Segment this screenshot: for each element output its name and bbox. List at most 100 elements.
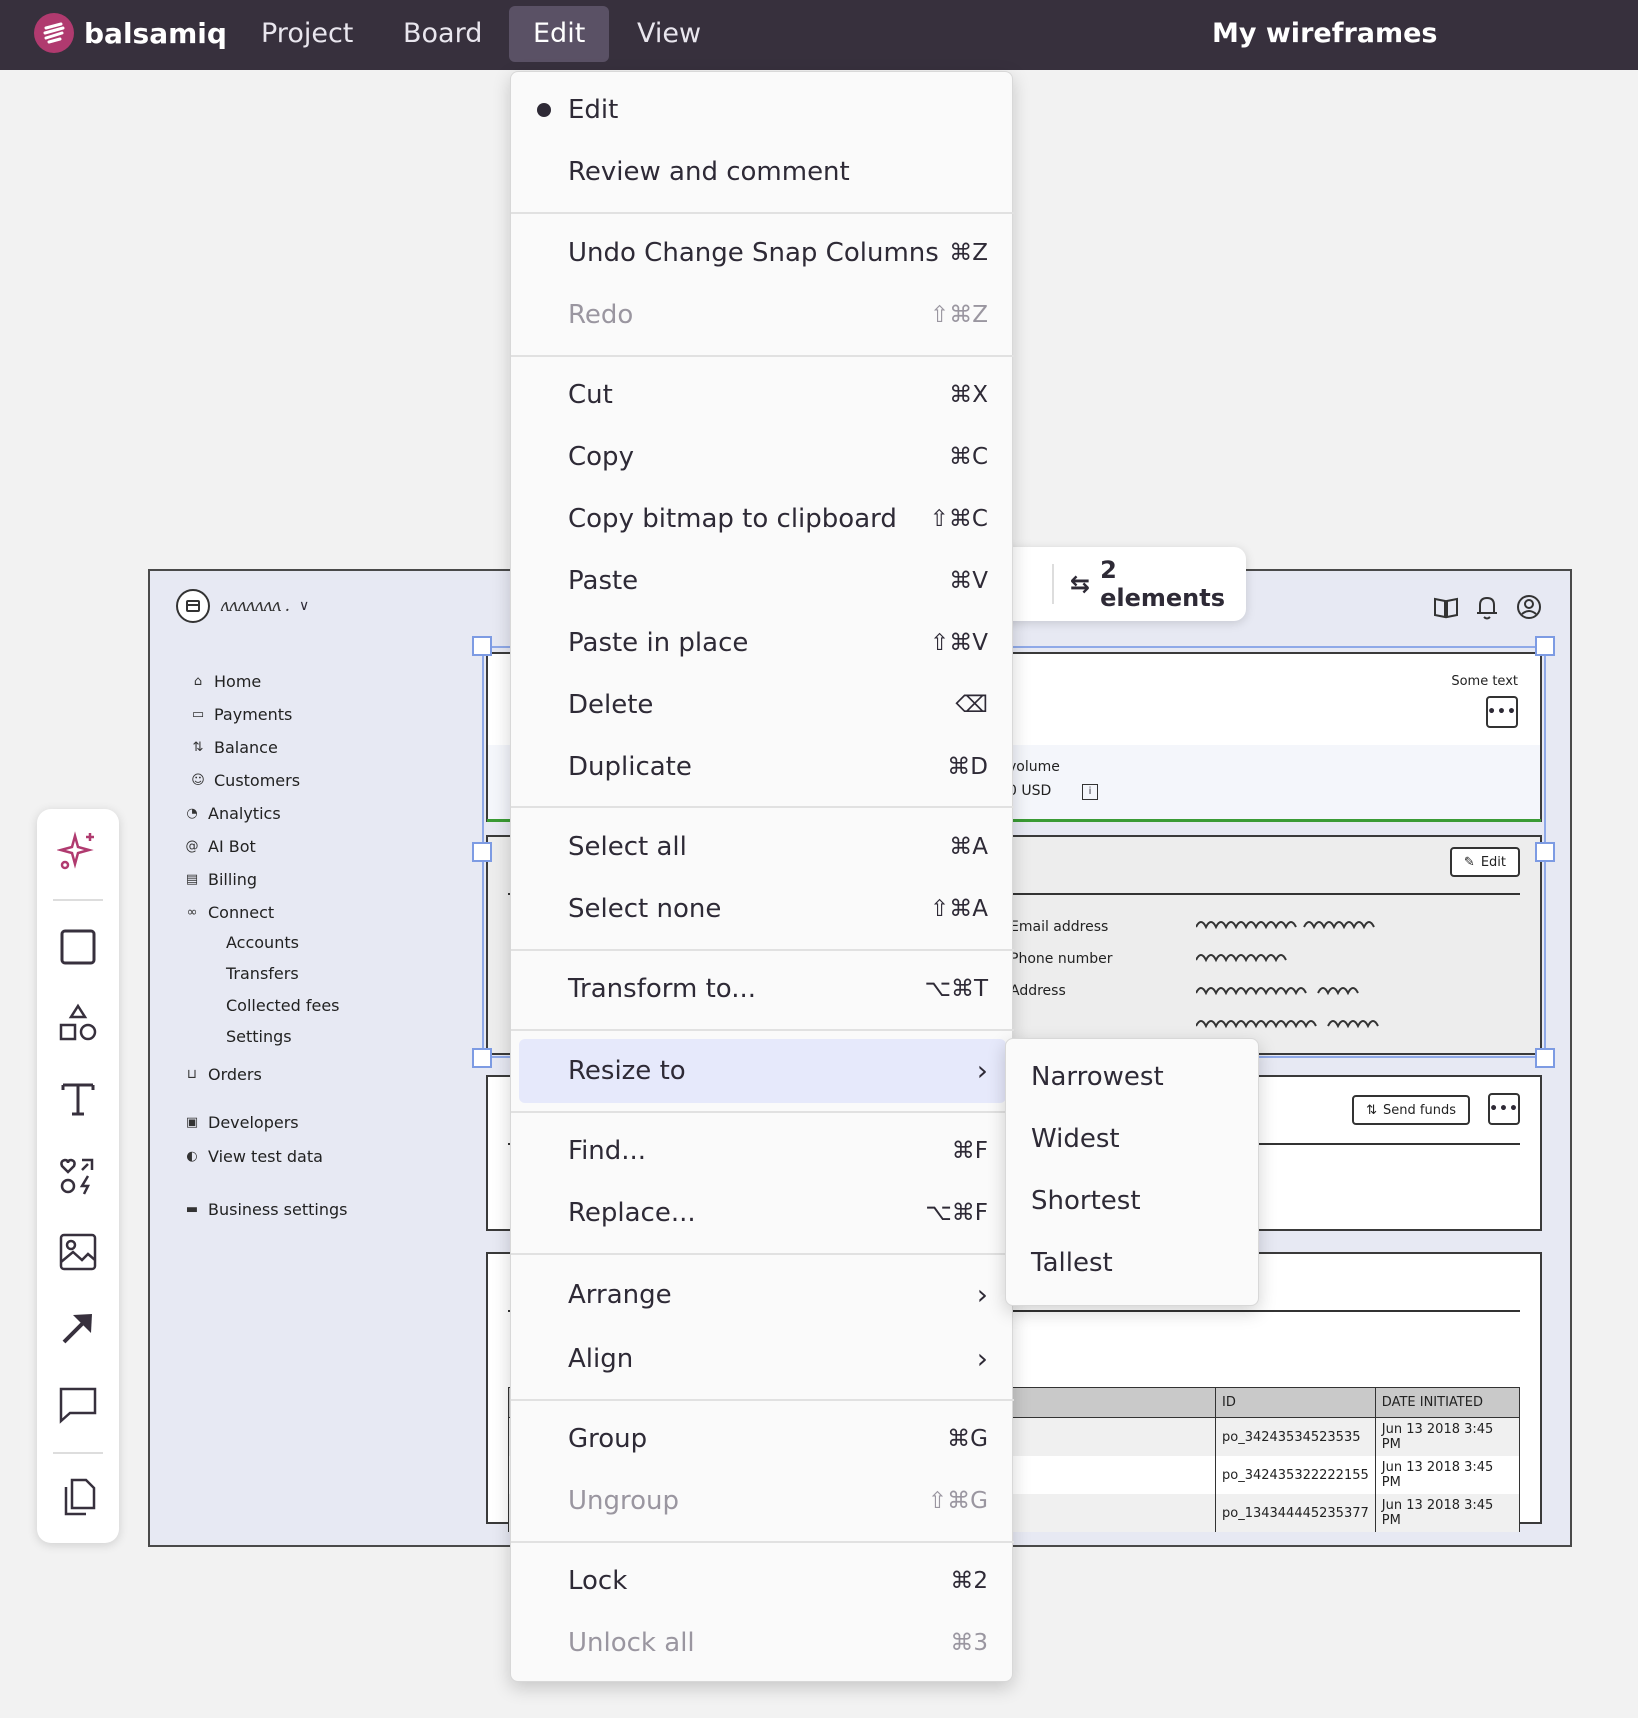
image-icon[interactable] bbox=[56, 1230, 100, 1274]
menu-item-shortcut: ⌘Z bbox=[949, 240, 988, 266]
resize-handle-bottom-left[interactable] bbox=[472, 1048, 492, 1068]
nav-accounts[interactable]: Accounts bbox=[226, 933, 299, 952]
toolbar-divider bbox=[1052, 564, 1054, 604]
menu-item-select-none[interactable]: Select none ⇧⌘A bbox=[511, 879, 1014, 939]
billing-icon: ▤ bbox=[185, 872, 199, 887]
menu-edit[interactable]: Edit bbox=[509, 6, 610, 62]
menu-item-find[interactable]: Find... ⌘F bbox=[511, 1121, 1014, 1181]
transfer-icon: ⇅ bbox=[1366, 1102, 1378, 1118]
chevron-right-icon: › bbox=[976, 1342, 988, 1375]
menu-item-group[interactable]: Group ⌘G bbox=[511, 1409, 1014, 1469]
menu-item-label: Redo bbox=[568, 300, 634, 330]
shapes-icon[interactable] bbox=[56, 1001, 100, 1045]
account-switcher[interactable]: ʌʌʌʌʌʌʌ . ∨ bbox=[176, 589, 309, 623]
menu-item-align[interactable]: Align › bbox=[511, 1329, 1014, 1389]
menu-item-transform[interactable]: Transform to... ⌥⌘T bbox=[511, 959, 1014, 1019]
nav-payments[interactable]: ▭ Payments bbox=[190, 705, 293, 724]
nav-collected-fees[interactable]: Collected fees bbox=[226, 996, 340, 1015]
nav-business-settings[interactable]: ▬ Business settings bbox=[184, 1200, 348, 1219]
menu-item-arrange[interactable]: Arrange › bbox=[511, 1265, 1014, 1325]
menu-item-resize-to[interactable]: Resize to › bbox=[519, 1039, 1006, 1103]
resize-handle-top-left[interactable] bbox=[472, 636, 492, 656]
project-title[interactable]: My wireframes bbox=[1212, 0, 1438, 70]
nav-ai-bot[interactable]: @ AI Bot bbox=[184, 837, 256, 856]
resize-handle-top-right[interactable] bbox=[1535, 636, 1555, 656]
arrow-icon[interactable] bbox=[56, 1306, 100, 1350]
nav-customers[interactable]: ☺ Customers bbox=[190, 771, 300, 790]
rectangle-icon[interactable] bbox=[56, 925, 100, 969]
account-circle-icon[interactable] bbox=[1515, 593, 1543, 621]
menu-item-lock[interactable]: Lock ⌘2 bbox=[511, 1551, 1014, 1611]
menu-separator bbox=[511, 1253, 1014, 1255]
resize-handle-mid-left[interactable] bbox=[472, 842, 492, 862]
menu-item-shortcut: ⌘V bbox=[949, 568, 988, 594]
ai-sparkle-icon[interactable] bbox=[56, 829, 100, 873]
menu-item-label: Copy bitmap to clipboard bbox=[568, 504, 897, 534]
submenu-item-tallest[interactable]: Tallest bbox=[1031, 1233, 1113, 1293]
menu-project[interactable]: Project bbox=[237, 6, 377, 62]
account-name-scribble: ʌʌʌʌʌʌʌ . bbox=[220, 596, 290, 616]
more-options-button[interactable]: ••• bbox=[1488, 1093, 1520, 1125]
submenu-item-narrowest[interactable]: Narrowest bbox=[1031, 1047, 1164, 1107]
menu-separator bbox=[511, 1029, 1014, 1031]
submenu-item-widest[interactable]: Widest bbox=[1031, 1109, 1120, 1169]
nav-label: AI Bot bbox=[208, 837, 256, 856]
menu-item-undo[interactable]: Undo Change Snap Columns ⌘Z bbox=[511, 223, 1014, 283]
text-icon[interactable] bbox=[56, 1077, 100, 1121]
menu-item-delete[interactable]: Delete ⌫ bbox=[511, 675, 1014, 735]
menu-item-shortcut: ⇧⌘V bbox=[929, 630, 988, 656]
nav-view-test-data[interactable]: ◐ View test data bbox=[184, 1147, 323, 1166]
nav-settings[interactable]: Settings bbox=[226, 1027, 292, 1046]
comment-icon[interactable] bbox=[56, 1382, 100, 1426]
menu-item-mode-edit[interactable]: Edit bbox=[511, 80, 1014, 140]
nav-home[interactable]: ⌂ Home bbox=[190, 672, 261, 691]
submenu-item-shortest[interactable]: Shortest bbox=[1031, 1171, 1141, 1231]
menu-board[interactable]: Board bbox=[379, 6, 506, 62]
table-cell-id: po_34243534523535 bbox=[1215, 1417, 1376, 1456]
bell-icon[interactable] bbox=[1473, 593, 1501, 621]
menu-item-mode-review[interactable]: Review and comment bbox=[511, 142, 1014, 202]
menu-item-label: Find... bbox=[568, 1136, 647, 1166]
nav-orders[interactable]: ⊔ Orders bbox=[184, 1065, 262, 1084]
menu-item-label: Paste bbox=[568, 566, 639, 596]
table-header-id[interactable]: ID bbox=[1215, 1387, 1376, 1418]
menu-item-copy[interactable]: Copy ⌘C bbox=[511, 427, 1014, 487]
table-header-date[interactable]: DATE INITIATED bbox=[1374, 1387, 1521, 1418]
menu-view[interactable]: View bbox=[613, 6, 725, 62]
menu-item-label: Replace... bbox=[568, 1198, 696, 1228]
menu-item-unlock-all[interactable]: Unlock all ⌘3 bbox=[511, 1613, 1014, 1673]
selection-count[interactable]: ⇆ 2 elements bbox=[1070, 556, 1246, 612]
menu-item-select-all[interactable]: Select all ⌘A bbox=[511, 817, 1014, 877]
send-funds-button[interactable]: ⇅ Send funds bbox=[1352, 1095, 1470, 1125]
resize-handle-mid-right[interactable] bbox=[1535, 842, 1555, 862]
nav-developers[interactable]: ▣ Developers bbox=[184, 1113, 299, 1132]
menu-item-copy-bitmap[interactable]: Copy bitmap to clipboard ⇧⌘C bbox=[511, 489, 1014, 549]
menu-item-paste-in-place[interactable]: Paste in place ⇧⌘V bbox=[511, 613, 1014, 673]
store-icon bbox=[176, 589, 210, 623]
send-funds-label: Send funds bbox=[1383, 1102, 1456, 1118]
book-icon[interactable] bbox=[1432, 593, 1460, 621]
selection-count-label: 2 elements bbox=[1100, 556, 1225, 612]
menu-item-cut[interactable]: Cut ⌘X bbox=[511, 365, 1014, 425]
resize-handle-bottom-right[interactable] bbox=[1535, 1048, 1555, 1068]
code-icon: ▣ bbox=[185, 1115, 199, 1130]
menu-item-ungroup[interactable]: Ungroup ⇧⌘G bbox=[511, 1471, 1014, 1531]
nav-label: Home bbox=[214, 672, 262, 691]
menu-item-label: Select none bbox=[568, 894, 722, 924]
nav-label: View test data bbox=[208, 1147, 323, 1166]
nav-balance[interactable]: ⇅ Balance bbox=[190, 738, 278, 757]
analytics-icon: ◔ bbox=[186, 806, 198, 821]
menu-item-duplicate[interactable]: Duplicate ⌘D bbox=[511, 737, 1014, 797]
menu-item-redo[interactable]: Redo ⇧⌘Z bbox=[511, 285, 1014, 345]
menu-item-paste[interactable]: Paste ⌘V bbox=[511, 551, 1014, 611]
menu-item-replace[interactable]: Replace... ⌥⌘F bbox=[511, 1183, 1014, 1243]
app-logo[interactable]: balsamiq bbox=[34, 13, 227, 53]
nav-billing[interactable]: ▤ Billing bbox=[184, 870, 257, 889]
nav-analytics[interactable]: ◔ Analytics bbox=[184, 804, 280, 823]
icons-library-icon[interactable] bbox=[56, 1154, 100, 1198]
nav-transfers[interactable]: Transfers bbox=[226, 964, 299, 983]
menu-item-label: Group bbox=[568, 1424, 648, 1454]
nav-connect[interactable]: ∞ Connect bbox=[184, 903, 275, 922]
copy-pages-icon[interactable] bbox=[56, 1475, 100, 1519]
logo-text: balsamiq bbox=[84, 16, 227, 50]
